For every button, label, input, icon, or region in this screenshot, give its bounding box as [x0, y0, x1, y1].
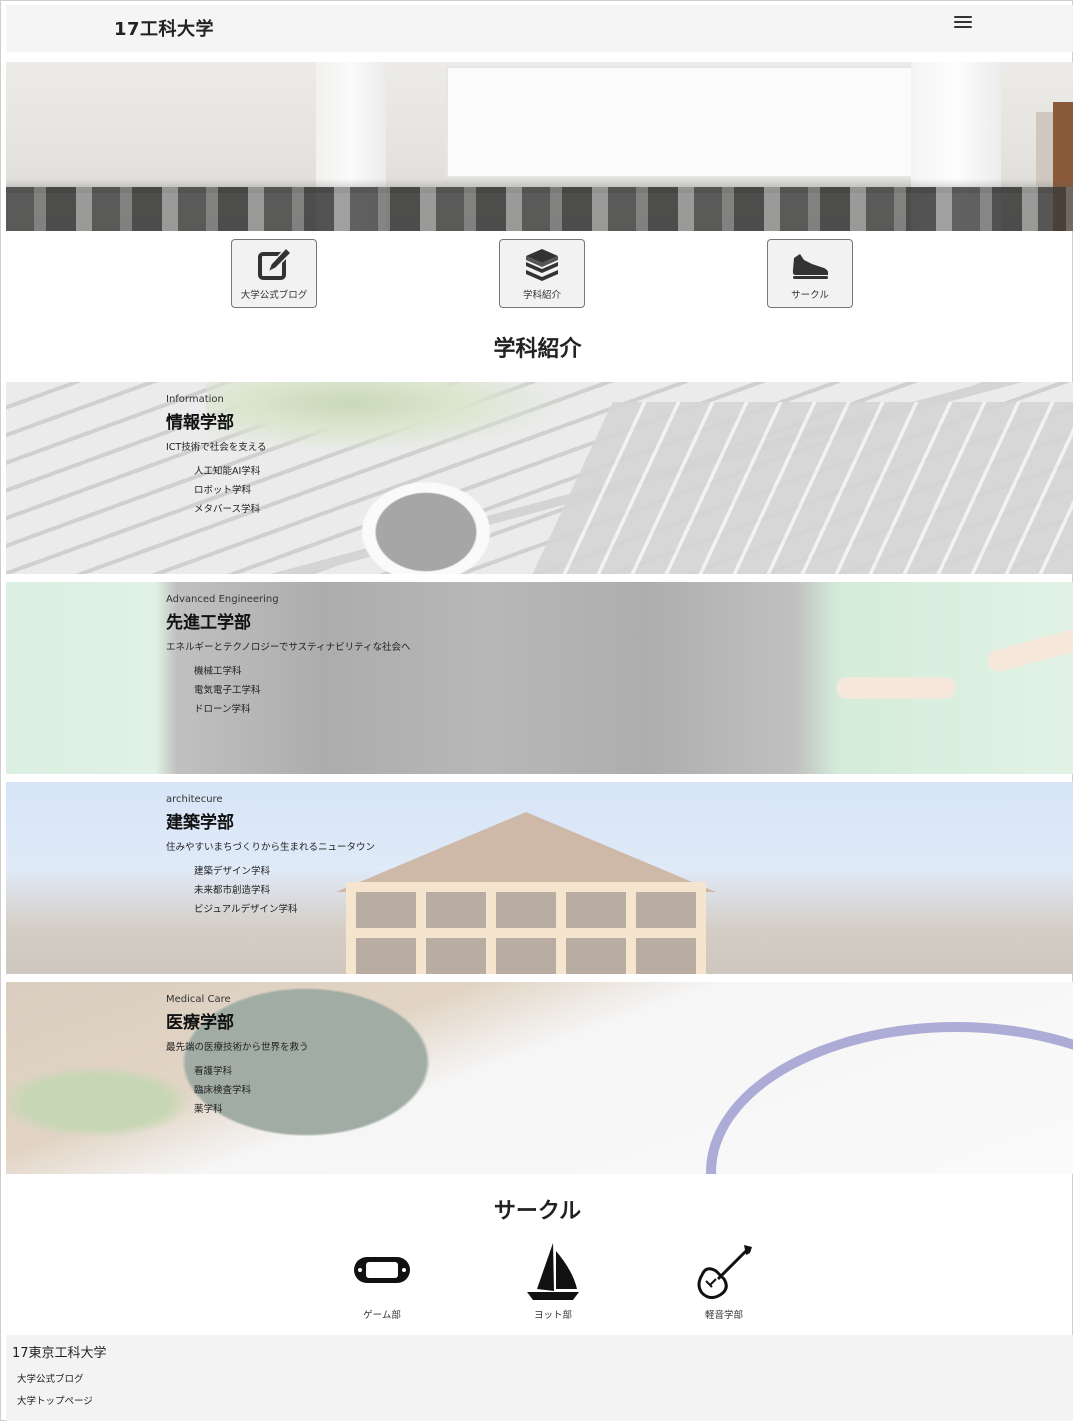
department-tagline: ICT技術で社会を支える: [166, 442, 267, 453]
circles-button-label: サークル: [791, 290, 829, 301]
footer-link-blog[interactable]: 大学公式ブログ: [17, 1371, 84, 1385]
departments-button-label: 学科紹介: [522, 290, 561, 301]
department-en-name: Medical Care: [166, 994, 231, 1005]
site-footer: 17東京工科大学 大学公式ブログ 大学トップページ: [6, 1335, 1073, 1421]
course-item[interactable]: 薬学科: [194, 1100, 309, 1119]
course-item[interactable]: メタバース学科: [194, 500, 266, 519]
department-name: 情報学部: [166, 413, 234, 433]
edit-icon: [258, 246, 293, 280]
department-card-medical[interactable]: Medical Care 医療学部 最先端の医療技術から世界を救う 看護学科 臨…: [6, 982, 1073, 1174]
department-card-architecture[interactable]: architecure 建築学部 住みやすいまちづくりから生まれるニュータウン …: [6, 782, 1073, 974]
circle-game[interactable]: ゲーム部: [332, 1241, 432, 1321]
circles-heading: サークル: [493, 1199, 582, 1224]
books-icon: [526, 249, 558, 281]
course-item[interactable]: 機械工学科: [194, 662, 411, 681]
course-list: 人工知能AI学科 ロボット学科 メタバース学科: [194, 462, 266, 519]
department-en-name: Advanced Engineering: [166, 594, 279, 605]
department-tagline: エネルギーとテクノロジーでサスティナビリティな社会へ: [166, 642, 411, 653]
department-name: 先進工学部: [166, 613, 251, 633]
course-item[interactable]: 未来都市創造学科: [194, 881, 375, 900]
footer-link-top[interactable]: 大学トップページ: [17, 1393, 93, 1407]
course-list: 建築デザイン学科 未来都市創造学科 ビジュアルデザイン学科: [194, 862, 375, 919]
course-item[interactable]: 建築デザイン学科: [194, 862, 375, 881]
department-card-information[interactable]: Information 情報学部 ICT技術で社会を支える 人工知能AI学科 ロ…: [6, 382, 1073, 574]
department-name: 建築学部: [166, 813, 234, 833]
circle-label: ヨット部: [533, 1310, 572, 1321]
course-item[interactable]: ビジュアルデザイン学科: [194, 900, 375, 919]
circle-yacht[interactable]: ヨット部: [503, 1241, 603, 1321]
department-tagline: 最先端の医療技術から世界を救う: [166, 1042, 309, 1053]
course-item[interactable]: 人工知能AI学科: [194, 462, 266, 481]
department-tagline: 住みやすいまちづくりから生まれるニュータウン: [166, 842, 376, 853]
department-name: 医療学部: [166, 1013, 234, 1033]
sneaker-icon: [792, 254, 829, 279]
circles-button[interactable]: サークル: [767, 239, 853, 308]
electric-guitar-icon: [697, 1245, 752, 1300]
game-console-icon: [354, 1257, 410, 1283]
course-item[interactable]: 電気電子工学科: [194, 681, 411, 700]
department-en-name: architecure: [166, 794, 223, 805]
page: 17工科大学 大学公式ブログ 学科紹介 サークル 学科紹介 Informatio…: [0, 0, 1073, 1421]
course-item[interactable]: ドローン学科: [194, 700, 411, 719]
course-list: 看護学科 臨床検査学科 薬学科: [194, 1062, 309, 1119]
course-item[interactable]: 看護学科: [194, 1062, 309, 1081]
circle-music[interactable]: 軽音学部: [674, 1241, 774, 1321]
course-item[interactable]: 臨床検査学科: [194, 1081, 309, 1100]
footer-title: 17東京工科大学: [12, 1346, 107, 1361]
sailboat-icon: [527, 1243, 579, 1300]
course-item[interactable]: ロボット学科: [194, 481, 266, 500]
department-card-engineering[interactable]: Advanced Engineering 先進工学部 エネルギーとテクノロジーで…: [6, 582, 1073, 774]
site-header: 17工科大学: [6, 5, 1073, 52]
site-title[interactable]: 17工科大学: [114, 15, 214, 41]
hero-image: [6, 62, 1073, 231]
department-en-name: Information: [166, 394, 224, 405]
circle-label: ゲーム部: [363, 1310, 401, 1321]
departments-button[interactable]: 学科紹介: [499, 239, 585, 308]
course-list: 機械工学科 電気電子工学科 ドローン学科: [194, 662, 411, 719]
blog-button-label: 大学公式ブログ: [240, 290, 308, 301]
circle-label: 軽音学部: [704, 1310, 743, 1321]
blog-button[interactable]: 大学公式ブログ: [231, 239, 317, 308]
hamburger-menu-icon[interactable]: [954, 14, 972, 30]
departments-heading: 学科紹介: [493, 337, 582, 362]
